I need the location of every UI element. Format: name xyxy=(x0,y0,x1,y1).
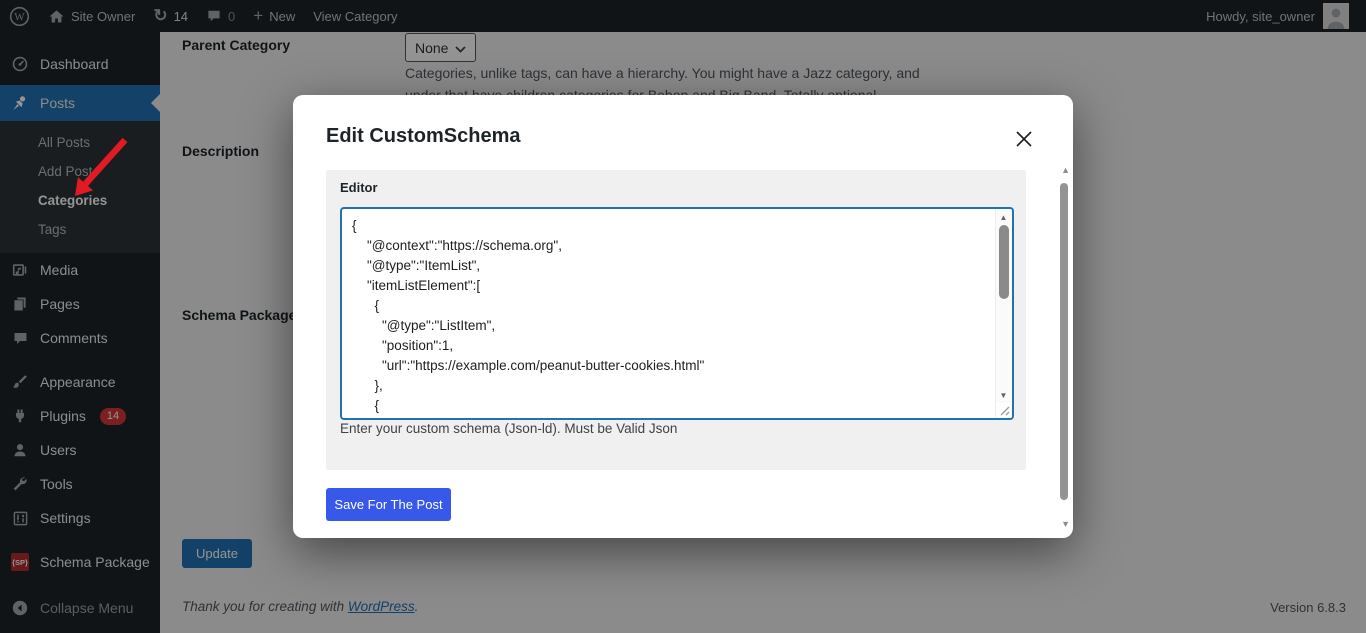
scroll-down-icon[interactable]: ▼ xyxy=(995,388,1012,402)
wordpress-admin-screen: W Site Owner ↻ 14 0 + New View Category xyxy=(0,0,1366,633)
editor-label: Editor xyxy=(340,180,378,195)
resize-grip[interactable] xyxy=(996,403,1011,417)
modal-scrollbar-thumb[interactable] xyxy=(1060,183,1068,500)
scroll-up-icon[interactable]: ▲ xyxy=(995,210,1012,224)
modal-scroll-down-icon[interactable]: ▼ xyxy=(1061,519,1070,529)
schema-json-content: { "@context":"https://schema.org", "@typ… xyxy=(342,209,1012,420)
editor-helper-text: Enter your custom schema (Json-ld). Must… xyxy=(340,421,677,436)
modal-scroll-up-icon[interactable]: ▲ xyxy=(1061,165,1070,175)
schema-editor-textarea[interactable]: { "@context":"https://schema.org", "@typ… xyxy=(340,207,1014,420)
modal-title: Edit CustomSchema xyxy=(326,125,520,148)
editor-panel: Editor { "@context":"https://schema.org"… xyxy=(326,170,1026,470)
edit-customschema-modal: Edit CustomSchema Editor { "@context":"h… xyxy=(293,95,1073,538)
close-icon[interactable] xyxy=(1010,125,1038,153)
textarea-scrollbar[interactable]: ▲ ▼ xyxy=(995,209,1012,418)
save-for-the-post-button[interactable]: Save For The Post xyxy=(326,488,451,521)
textarea-scrollbar-thumb[interactable] xyxy=(999,225,1009,299)
